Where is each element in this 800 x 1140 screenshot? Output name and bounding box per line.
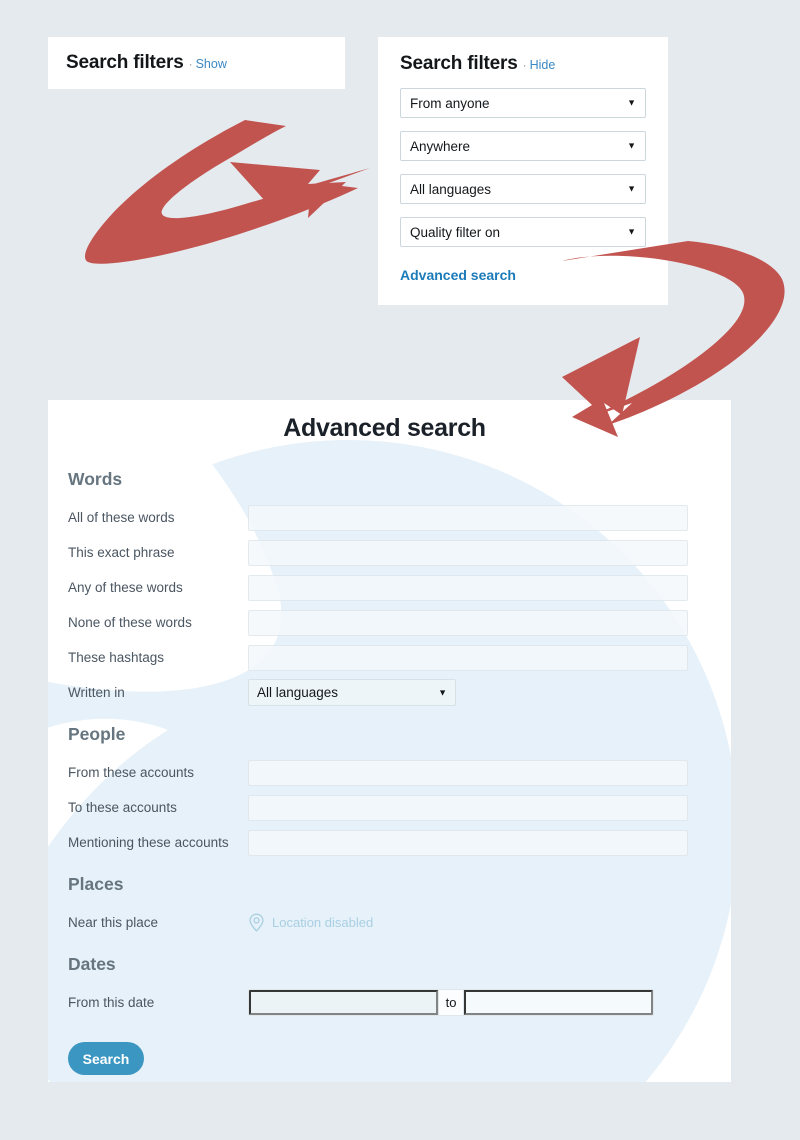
- chevron-down-icon: ▼: [438, 687, 447, 697]
- field-row-from-these-accounts: From these accounts: [48, 755, 731, 790]
- filters-collapsed-title-row: Search filters · Show: [66, 52, 227, 74]
- input-to-these-accounts[interactable]: [248, 794, 688, 821]
- annotation-arrow-to-filters-panel: [85, 120, 370, 264]
- search-filters-collapsed-panel: Search filters · Show: [48, 37, 345, 89]
- people-filter-value: From anyone: [410, 95, 490, 111]
- chevron-down-icon: ▼: [627, 183, 636, 194]
- quality-filter-value: Quality filter on: [410, 224, 501, 240]
- field-row-this-exact-phrase: This exact phrase: [48, 535, 731, 570]
- filters-collapsed-separator: ·: [188, 57, 193, 71]
- field-row-from-this-date: From this date to: [48, 985, 731, 1020]
- advanced-search-panel: Advanced search Words All of these words…: [48, 400, 731, 1082]
- field-row-to-these-accounts: To these accounts: [48, 790, 731, 825]
- location-status[interactable]: Location disabled: [248, 913, 373, 932]
- field-row-near-this-place: Near this place Location disabled: [48, 905, 731, 940]
- date-range-separator-label: to: [437, 990, 465, 1015]
- label-all-of-these-words: All of these words: [68, 510, 175, 525]
- label-any-of-these-words: Any of these words: [68, 580, 183, 595]
- filters-expanded-title-row: Search filters · Hide: [400, 53, 646, 75]
- section-heading-words: Words: [68, 469, 123, 489]
- advanced-search-content: Advanced search Words All of these words…: [48, 400, 731, 1082]
- field-row-any-of-these-words: Any of these words: [48, 570, 731, 605]
- input-any-of-these-words[interactable]: [248, 574, 688, 601]
- language-filter-value: All languages: [410, 181, 492, 197]
- location-disabled-text: Location disabled: [272, 915, 374, 930]
- quality-filter-select[interactable]: Quality filter on ▼: [400, 217, 646, 247]
- location-filter-select[interactable]: Anywhere ▼: [400, 131, 646, 161]
- language-filter-select[interactable]: All languages ▼: [400, 174, 646, 204]
- input-none-of-these-words[interactable]: [248, 609, 688, 636]
- label-none-of-these-words: None of these words: [68, 615, 192, 630]
- search-filters-expanded-panel: Search filters · Hide From anyone ▼ Anyw…: [378, 37, 668, 305]
- chevron-down-icon: ▼: [627, 140, 636, 151]
- label-this-exact-phrase: This exact phrase: [68, 545, 175, 560]
- label-from-this-date: From this date: [68, 995, 155, 1010]
- field-row-mentioning-these-accounts: Mentioning these accounts: [48, 825, 731, 860]
- advanced-search-link[interactable]: Advanced search: [400, 267, 516, 283]
- input-all-of-these-words[interactable]: [248, 504, 688, 531]
- select-written-in-language[interactable]: All languages ▼: [248, 679, 456, 706]
- location-filter-value: Anywhere: [410, 138, 471, 154]
- people-filter-select[interactable]: From anyone ▼: [400, 88, 646, 118]
- input-from-these-accounts[interactable]: [248, 759, 688, 786]
- input-mentioning-these-accounts[interactable]: [248, 829, 688, 856]
- section-heading-people: People: [68, 724, 126, 744]
- chevron-down-icon: ▼: [627, 97, 636, 108]
- input-date-from[interactable]: [249, 990, 438, 1015]
- input-these-hashtags[interactable]: [248, 644, 688, 671]
- section-heading-dates: Dates: [68, 954, 116, 974]
- label-these-hashtags: These hashtags: [68, 650, 165, 665]
- label-to-these-accounts: To these accounts: [68, 800, 177, 815]
- field-row-all-of-these-words: All of these words: [48, 500, 731, 535]
- label-written-in: Written in: [68, 685, 125, 700]
- field-row-none-of-these-words: None of these words: [48, 605, 731, 640]
- label-near-this-place: Near this place: [68, 915, 159, 930]
- hide-filters-link[interactable]: Hide: [530, 58, 556, 72]
- filters-expanded-title: Search filters: [400, 53, 518, 74]
- field-row-these-hashtags: These hashtags: [48, 640, 731, 675]
- show-filters-link[interactable]: Show: [196, 57, 227, 71]
- label-from-these-accounts: From these accounts: [68, 765, 195, 780]
- search-submit-button[interactable]: Search: [68, 1042, 144, 1075]
- chevron-down-icon: ▼: [627, 226, 636, 237]
- section-heading-places: Places: [68, 874, 124, 894]
- field-row-written-in: Written in All languages ▼: [48, 675, 731, 710]
- input-date-to[interactable]: [464, 990, 653, 1015]
- location-pin-icon: [249, 913, 264, 932]
- date-range-group: to: [248, 989, 654, 1016]
- filters-expanded-separator: ·: [522, 58, 527, 72]
- page-title: Advanced search: [283, 414, 486, 442]
- label-mentioning-these-accounts: Mentioning these accounts: [68, 835, 229, 850]
- written-in-value: All languages: [257, 685, 339, 700]
- filters-collapsed-title: Search filters: [66, 52, 184, 73]
- input-this-exact-phrase[interactable]: [248, 539, 688, 566]
